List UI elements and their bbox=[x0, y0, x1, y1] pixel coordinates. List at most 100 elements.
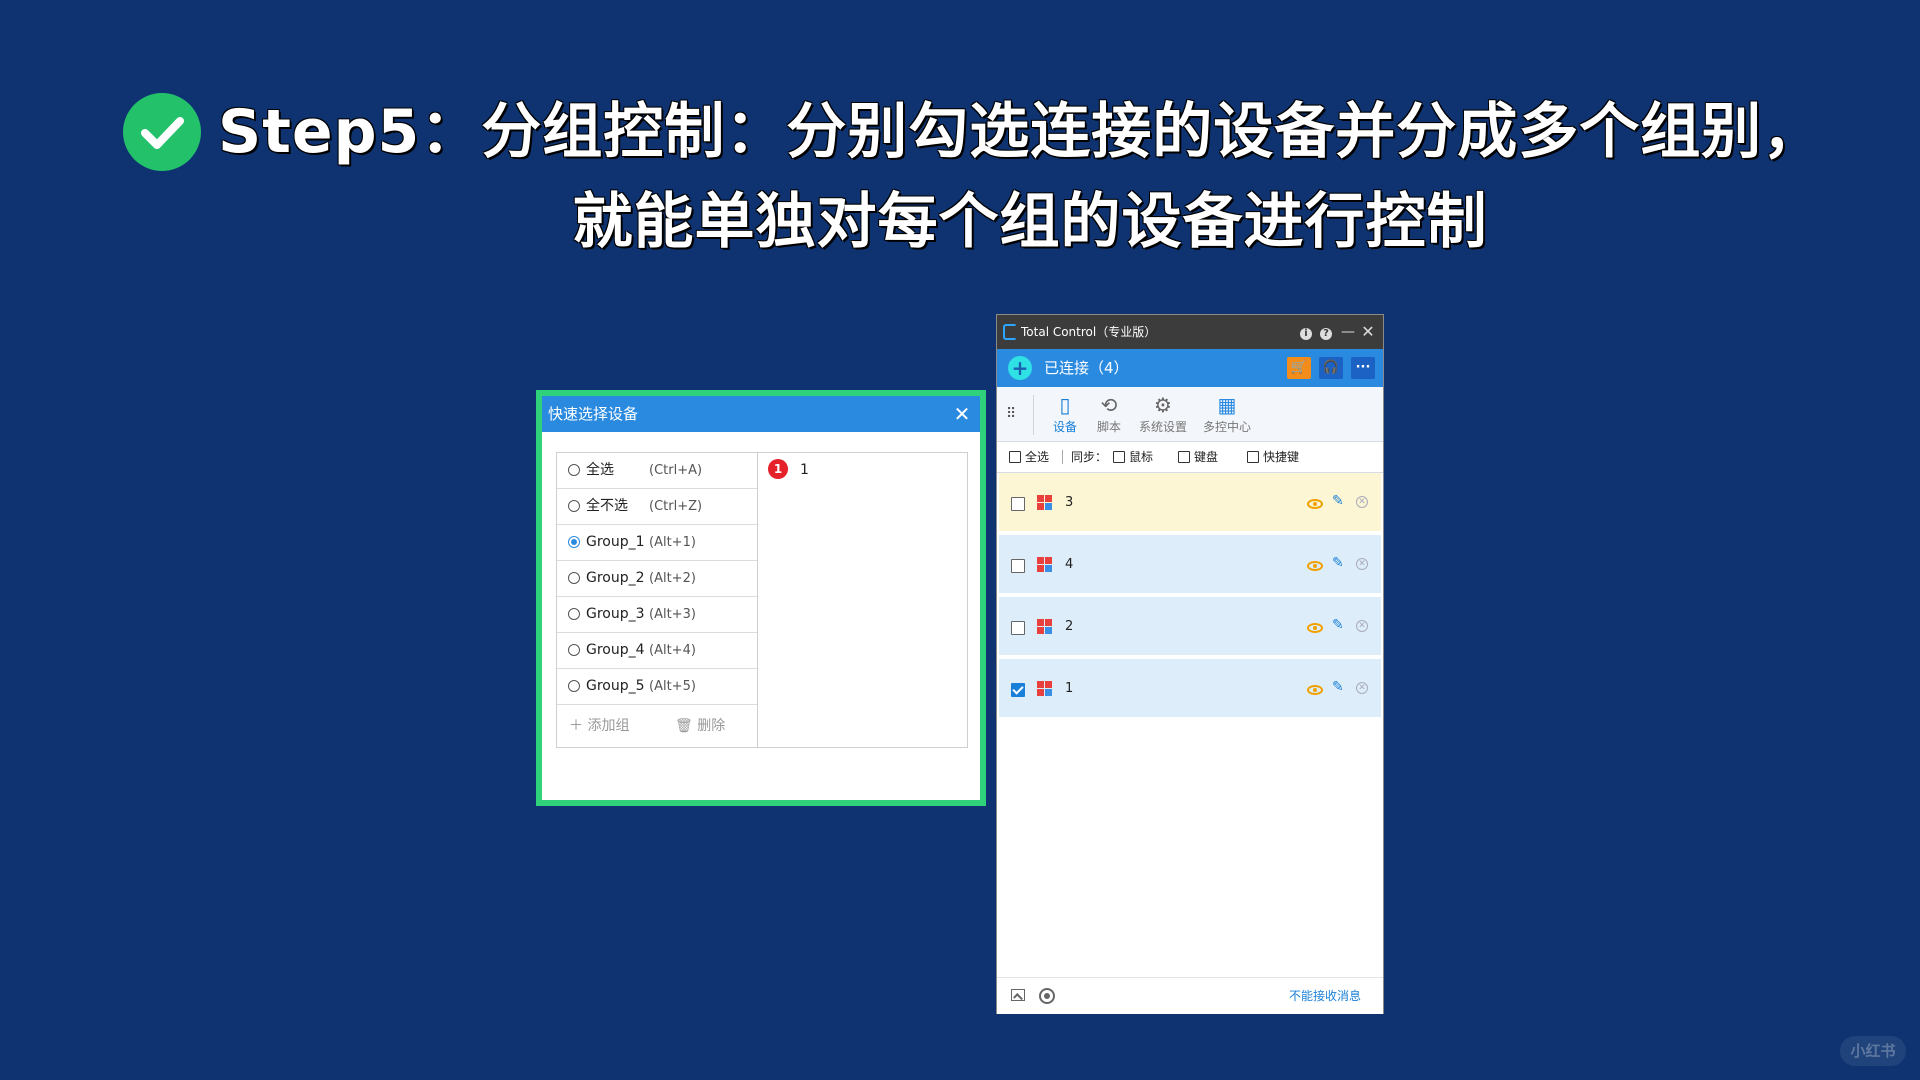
add-group-label: 添加组 bbox=[587, 718, 630, 734]
tab-label: 系统设置 bbox=[1138, 420, 1187, 434]
mouse-sync-checkbox[interactable] bbox=[1113, 451, 1125, 463]
add-group-button[interactable]: ＋ 添加组 bbox=[569, 705, 629, 747]
pencil-icon[interactable]: ✎ bbox=[1332, 617, 1348, 633]
radio-button[interactable] bbox=[568, 644, 580, 656]
connection-bar: + 已连接（4） 🛒 🎧 ··· bbox=[997, 349, 1383, 387]
radio-button[interactable] bbox=[568, 500, 580, 512]
device-checkbox[interactable] bbox=[1011, 621, 1025, 635]
more-icon[interactable]: ··· bbox=[1351, 357, 1375, 379]
eye-icon[interactable] bbox=[1307, 623, 1323, 633]
option-select-all[interactable]: 全选 (Ctrl+A) bbox=[557, 453, 757, 489]
status-message[interactable]: 不能接收消息 bbox=[1289, 978, 1361, 1014]
device-name: 3 bbox=[1065, 495, 1074, 510]
table-row[interactable]: 4 ✎ ✕ bbox=[999, 535, 1381, 595]
close-icon[interactable]: ✕ bbox=[1356, 620, 1368, 632]
gear-icon: ⚙ bbox=[1154, 393, 1172, 417]
table-row[interactable]: 1 ✎ ✕ bbox=[999, 659, 1381, 719]
pencil-icon[interactable]: ✎ bbox=[1332, 555, 1348, 571]
option-select-none[interactable]: 全不选 (Ctrl+Z) bbox=[557, 489, 757, 525]
mouse-label: 鼠标 bbox=[1129, 450, 1154, 464]
dialog-titlebar[interactable]: 快速选择设备 ✕ bbox=[542, 396, 980, 432]
status-bar: 不能接收消息 bbox=[997, 977, 1383, 1014]
option-label: 全不选 bbox=[586, 498, 628, 514]
app-logo-icon bbox=[1003, 324, 1017, 340]
hotkey-sync-checkbox[interactable] bbox=[1247, 451, 1259, 463]
nav-divider bbox=[1033, 395, 1034, 435]
close-icon[interactable]: ✕ bbox=[1356, 496, 1368, 508]
grid-icon: ▦ bbox=[1217, 393, 1237, 417]
windows-logo-icon bbox=[1037, 557, 1053, 573]
film-reel-icon[interactable] bbox=[1039, 988, 1055, 1004]
radio-button[interactable] bbox=[568, 572, 580, 584]
keyboard-label: 键盘 bbox=[1194, 450, 1219, 464]
option-group-5[interactable]: Group_5 (Alt+5) bbox=[557, 669, 757, 705]
device-checkbox[interactable] bbox=[1011, 683, 1025, 697]
device-name: 1 bbox=[800, 462, 809, 478]
add-device-button[interactable]: + bbox=[1008, 356, 1032, 380]
tab-script[interactable]: ⟲ 脚本 bbox=[1089, 391, 1129, 439]
screenshot-icon[interactable] bbox=[1011, 989, 1025, 1001]
window-title: Total Control（专业版） bbox=[1021, 325, 1157, 339]
windows-logo-icon bbox=[1037, 495, 1053, 511]
trash-icon: 🗑 bbox=[675, 718, 693, 734]
eye-icon[interactable] bbox=[1307, 685, 1323, 695]
table-row[interactable]: 2 ✎ ✕ bbox=[999, 597, 1381, 657]
eye-icon[interactable] bbox=[1307, 499, 1323, 509]
eye-icon[interactable] bbox=[1307, 561, 1323, 571]
option-label: Group_2 bbox=[586, 570, 645, 586]
option-shortcut: (Alt+2) bbox=[649, 571, 696, 586]
tab-system-settings[interactable]: ⚙ 系统设置 bbox=[1133, 391, 1193, 439]
pencil-icon[interactable]: ✎ bbox=[1332, 493, 1348, 509]
device-badge: 1 bbox=[768, 459, 788, 479]
sync-divider bbox=[1062, 450, 1063, 464]
info-icon[interactable]: i bbox=[1297, 322, 1315, 342]
dialog-title: 快速选择设备 bbox=[548, 405, 639, 423]
dialog-body: 全选 (Ctrl+A) 全不选 (Ctrl+Z) Group_1 (Alt+1)… bbox=[556, 452, 968, 748]
group-option-list: 全选 (Ctrl+A) 全不选 (Ctrl+Z) Group_1 (Alt+1)… bbox=[557, 453, 758, 747]
keyboard-sync-checkbox[interactable] bbox=[1178, 451, 1190, 463]
watermark: 小红书 bbox=[1840, 1036, 1906, 1066]
grid-menu-icon[interactable]: ⠿ bbox=[1006, 406, 1022, 422]
device-checkbox[interactable] bbox=[1011, 497, 1025, 511]
radio-button[interactable] bbox=[568, 464, 580, 476]
plus-icon: ＋ bbox=[569, 718, 583, 734]
option-shortcut: (Ctrl+Z) bbox=[649, 499, 703, 514]
device-name: 1 bbox=[1065, 681, 1074, 696]
close-icon[interactable]: ✕ bbox=[1356, 682, 1368, 694]
radio-button[interactable] bbox=[568, 608, 580, 620]
connected-count: 已连接（4） bbox=[1044, 359, 1129, 377]
option-label: Group_3 bbox=[586, 606, 645, 622]
windows-logo-icon bbox=[1037, 681, 1053, 697]
pencil-icon[interactable]: ✎ bbox=[1332, 679, 1348, 695]
option-footer: ＋ 添加组 🗑 删除 bbox=[557, 705, 757, 747]
option-group-4[interactable]: Group_4 (Alt+4) bbox=[557, 633, 757, 669]
headset-icon[interactable]: 🎧 bbox=[1319, 357, 1343, 379]
window-titlebar[interactable]: Total Control（专业版） i ? — ✕ bbox=[997, 315, 1383, 349]
radio-button[interactable] bbox=[568, 536, 580, 548]
main-navbar: ⠿ ▯ 设备 ⟲ 脚本 ⚙ 系统设置 ▦ 多控中心 bbox=[997, 387, 1383, 442]
tab-label: 多控中心 bbox=[1202, 420, 1251, 434]
delete-group-button[interactable]: 🗑 删除 bbox=[675, 705, 725, 747]
close-icon[interactable]: ✕ bbox=[1356, 558, 1368, 570]
radio-button[interactable] bbox=[568, 680, 580, 692]
option-group-3[interactable]: Group_3 (Alt+3) bbox=[557, 597, 757, 633]
tab-device[interactable]: ▯ 设备 bbox=[1045, 391, 1085, 439]
table-row[interactable]: 3 ✎ ✕ bbox=[999, 473, 1381, 533]
close-icon[interactable]: ✕ bbox=[950, 402, 974, 426]
minimize-icon[interactable]: — bbox=[1339, 322, 1357, 342]
total-control-window: Total Control（专业版） i ? — ✕ + 已连接（4） 🛒 🎧 … bbox=[996, 314, 1384, 1014]
select-all-checkbox[interactable] bbox=[1009, 451, 1021, 463]
tab-multi-control[interactable]: ▦ 多控中心 bbox=[1195, 391, 1259, 439]
close-icon[interactable]: ✕ bbox=[1359, 322, 1377, 342]
check-icon bbox=[123, 93, 201, 171]
phone-icon: ▯ bbox=[1059, 393, 1071, 417]
option-group-1[interactable]: Group_1 (Alt+1) bbox=[557, 525, 757, 561]
cart-icon[interactable]: 🛒 bbox=[1287, 357, 1311, 379]
tab-label: 脚本 bbox=[1096, 420, 1121, 434]
option-shortcut: (Alt+1) bbox=[649, 535, 696, 550]
option-group-2[interactable]: Group_2 (Alt+2) bbox=[557, 561, 757, 597]
device-checkbox[interactable] bbox=[1011, 559, 1025, 573]
help-icon[interactable]: ? bbox=[1317, 322, 1335, 342]
option-label: Group_4 bbox=[586, 642, 645, 658]
option-shortcut: (Alt+3) bbox=[649, 607, 696, 622]
